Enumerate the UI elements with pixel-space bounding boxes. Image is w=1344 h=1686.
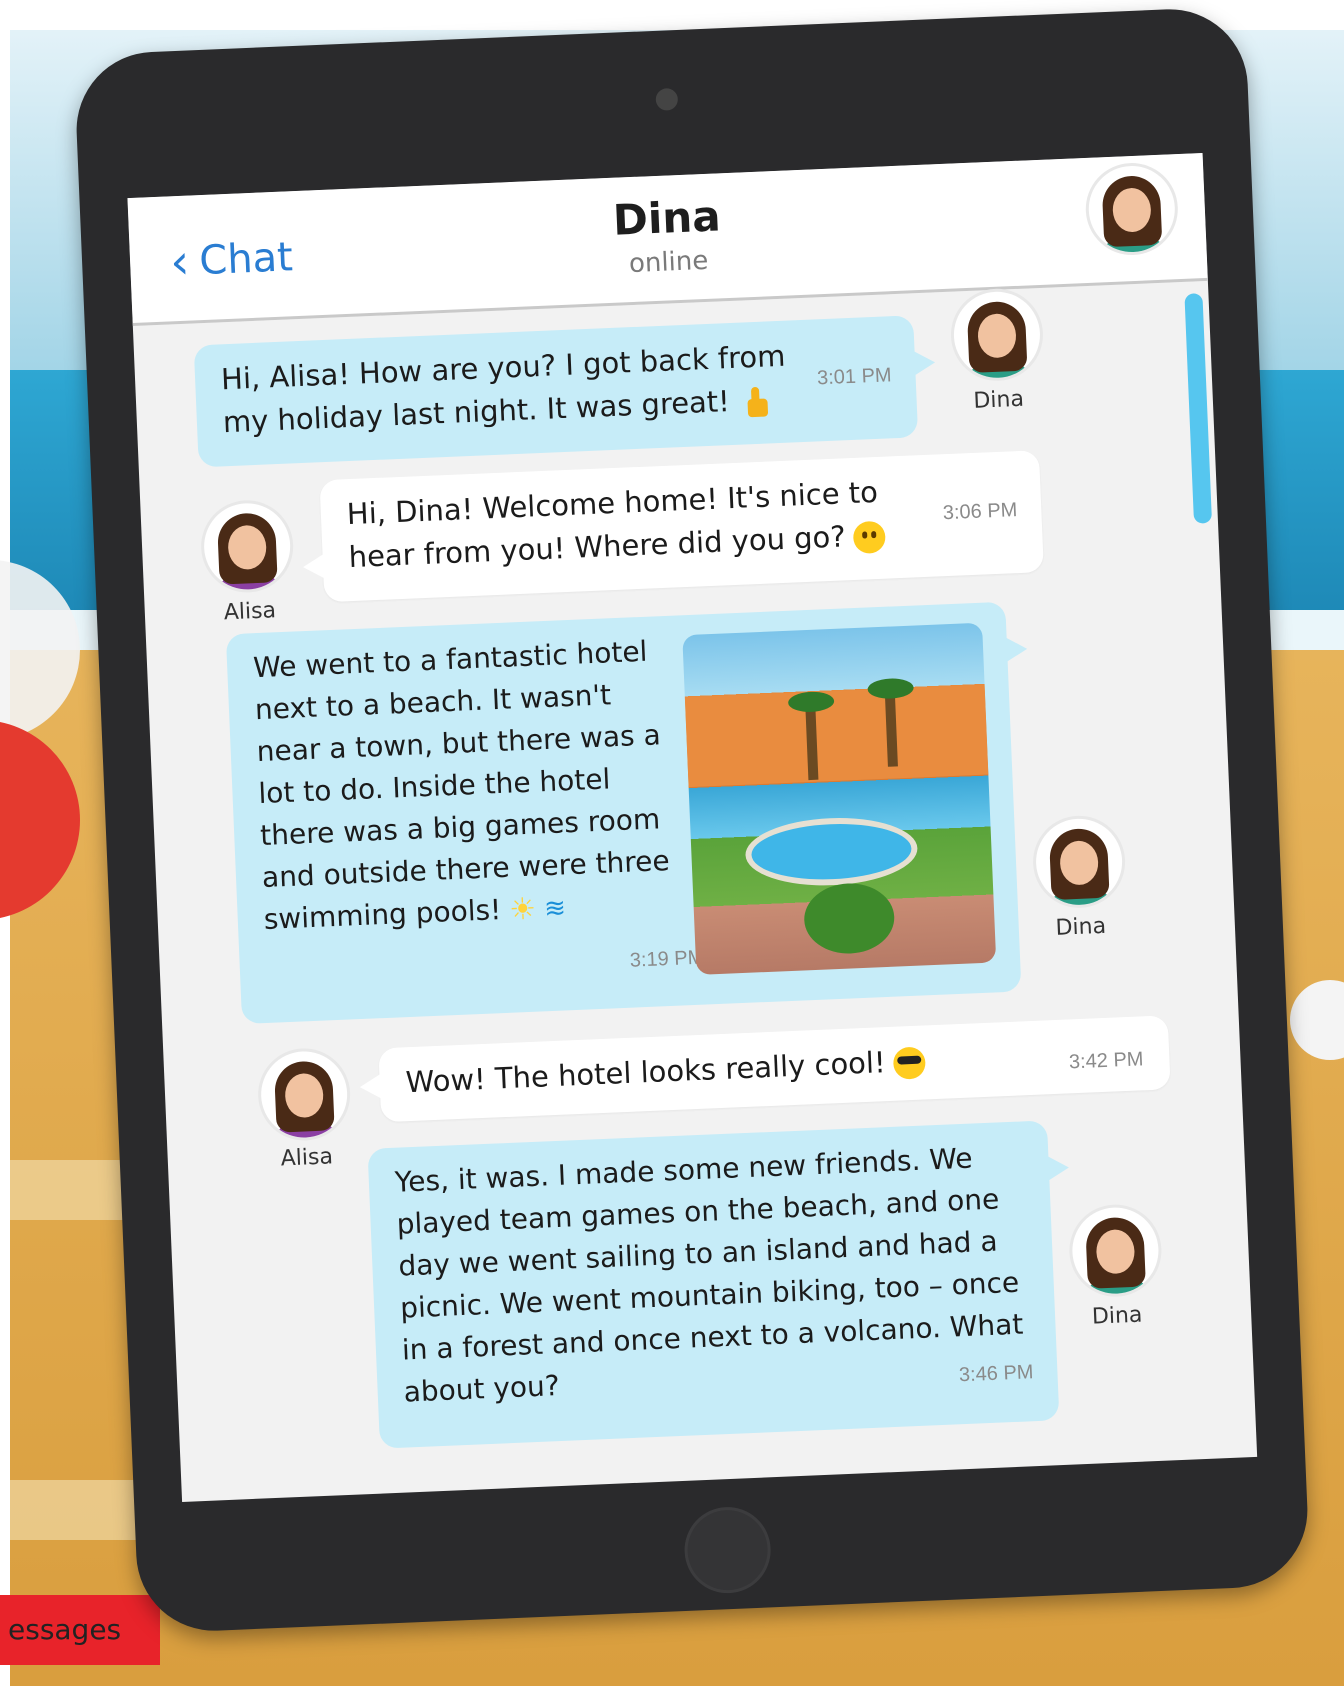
sender-name: Alisa: [280, 1144, 334, 1172]
dina-avatar-icon: [1087, 164, 1177, 254]
message-bubble: We went to a fantastic hotel next to a b…: [225, 601, 1022, 1025]
message-bubble: Hi, Dina! Welcome home! It's nice to hea…: [319, 450, 1044, 603]
message-time: 3:42 PM: [1068, 1048, 1144, 1074]
tablet-device: ‹ Chat Dina online Hi, Alisa! How are yo…: [73, 6, 1311, 1634]
dina-avatar[interactable]: [1034, 817, 1124, 907]
alisa-avatar-icon: [259, 1049, 349, 1140]
message-bubble: Yes, it was. I made some new friends. We…: [367, 1120, 1060, 1449]
sender-name: Dina: [1091, 1302, 1143, 1330]
message-time: 3:01 PM: [816, 364, 893, 390]
smile-icon: [853, 520, 887, 554]
thumbs-up-icon: [737, 386, 768, 417]
message-time: 3:06 PM: [942, 499, 1018, 525]
pool: [750, 820, 913, 883]
sun-icon: ☀: [508, 891, 537, 928]
message-bubble: Hi, Alisa! How are you? I got back from …: [193, 315, 919, 468]
alisa-avatar[interactable]: [202, 501, 292, 592]
contact-avatar[interactable]: [1087, 164, 1177, 254]
dina-avatar-icon: [952, 290, 1042, 380]
chat-screen: ‹ Chat Dina online Hi, Alisa! How are yo…: [127, 153, 1258, 1502]
section-label: essages: [0, 1595, 160, 1665]
message-time: 3:46 PM: [958, 1361, 1034, 1387]
message-text: Hi, Alisa! How are you? I got back from …: [220, 338, 786, 440]
swimmer-icon: ≋: [543, 893, 567, 925]
alisa-avatar-icon: [202, 501, 292, 592]
dina-avatar-icon: [1034, 817, 1124, 907]
dina-avatar[interactable]: [1070, 1205, 1161, 1296]
message-text: We went to a fantastic hotel next to a b…: [252, 634, 671, 937]
sender-name: Dina: [1055, 913, 1107, 941]
message-time: 3:19 PM: [629, 946, 705, 972]
sunglasses-icon: [892, 1046, 927, 1080]
scrollbar[interactable]: [1184, 293, 1213, 524]
sender-name: Alisa: [223, 598, 277, 626]
sender-name: Dina: [972, 386, 1025, 414]
message-text: Yes, it was. I made some new friends. We…: [394, 1141, 1024, 1409]
hotel-photo[interactable]: [682, 622, 997, 975]
message-text: Wow! The hotel looks really cool!: [405, 1045, 887, 1100]
dina-avatar[interactable]: [952, 290, 1042, 380]
alisa-avatar[interactable]: [259, 1049, 349, 1140]
message-text: Hi, Dina! Welcome home! It's nice to hea…: [346, 474, 879, 575]
dina-avatar-icon: [1070, 1205, 1161, 1296]
message-bubble: Wow! The hotel looks really cool! 3:42 P…: [378, 1015, 1171, 1123]
